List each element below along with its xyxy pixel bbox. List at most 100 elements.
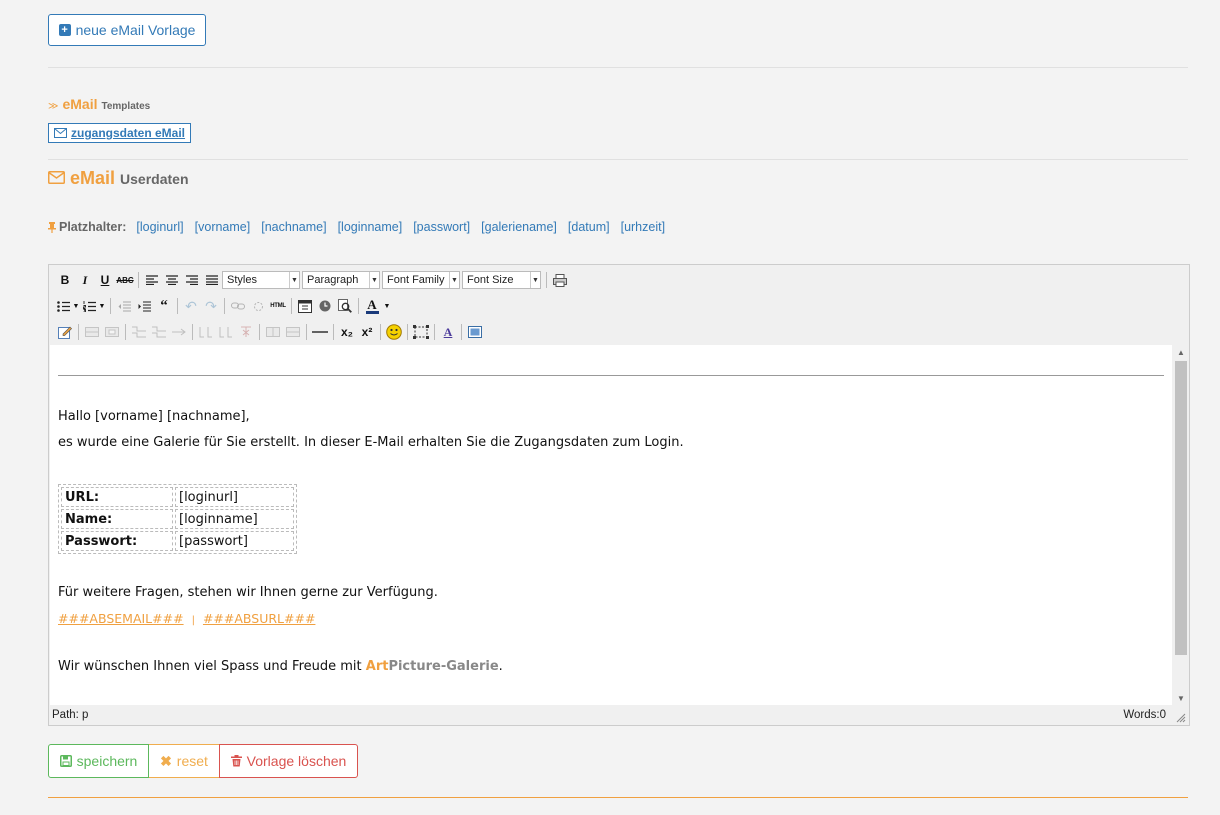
subscript-button[interactable]: x₂ — [337, 322, 357, 342]
template-link-zugangsdaten[interactable]: zugangsdaten eMail — [48, 123, 192, 143]
scrollbar-thumb[interactable] — [1175, 361, 1187, 655]
placeholder-datum[interactable]: [datum] — [568, 220, 610, 234]
placeholder-loginurl[interactable]: [loginurl] — [136, 220, 183, 234]
align-center-button[interactable] — [162, 270, 182, 290]
chevron-down-icon[interactable]: ▼ — [97, 296, 107, 316]
redo-button[interactable]: ↷ — [201, 296, 221, 316]
align-center-icon — [166, 275, 178, 285]
blockquote-button[interactable]: “ — [154, 296, 174, 316]
floppy-disk-icon — [59, 755, 72, 767]
font-color-button[interactable]: A — [362, 296, 382, 316]
bullet-list-button[interactable] — [55, 296, 71, 316]
placeholder-urhzeit[interactable]: [urhzeit] — [621, 220, 665, 234]
templates-header[interactable]: ≫ eMail Templates — [48, 96, 150, 112]
superscript-icon: x² — [361, 325, 373, 339]
format-select[interactable]: Paragraph ▼ — [302, 271, 380, 289]
greeting-text: Hallo [vorname] [nachname], — [58, 409, 250, 424]
outdent-button[interactable] — [114, 296, 134, 316]
unlink-button[interactable] — [248, 296, 268, 316]
numbered-list-button[interactable] — [81, 296, 97, 316]
col-before-button[interactable] — [196, 322, 216, 342]
insert-date-button[interactable] — [295, 296, 315, 316]
unlink-icon — [253, 301, 263, 311]
font-size-select[interactable]: Font Size ▼ — [462, 271, 541, 289]
print-button[interactable] — [550, 270, 570, 290]
bottom-divider — [48, 797, 1188, 798]
preview-button[interactable] — [335, 296, 355, 316]
action-buttons: speichern ✖ reset Vorlage löschen — [48, 744, 358, 778]
row-insert-icon — [152, 326, 166, 338]
bullet-list-icon — [56, 300, 70, 312]
indent-button[interactable] — [134, 296, 154, 316]
table-row-props-button[interactable] — [82, 322, 102, 342]
format-select-value: Paragraph — [307, 274, 359, 286]
smiley-icon — [386, 324, 402, 340]
row-after-button[interactable] — [149, 322, 169, 342]
italic-button[interactable]: I — [75, 270, 95, 290]
visual-aid-button[interactable] — [411, 322, 431, 342]
strikethrough-button[interactable]: ABC — [115, 270, 135, 290]
row-delete-icon — [172, 328, 186, 336]
delete-row-button[interactable] — [169, 322, 189, 342]
placeholder-passwort[interactable]: [passwort] — [413, 220, 470, 234]
col-after-button[interactable] — [216, 322, 236, 342]
align-justify-button[interactable] — [202, 270, 222, 290]
placeholder-vorname[interactable]: [vorname] — [195, 220, 251, 234]
underline-button[interactable]: U — [95, 270, 115, 290]
placeholder-nachname[interactable]: [nachname] — [261, 220, 326, 234]
table-cell-key: URL: — [61, 487, 173, 507]
split-cells-button[interactable] — [263, 322, 283, 342]
table-cell-value: [loginname] — [175, 509, 294, 529]
toolbar-separator — [138, 272, 139, 288]
reset-button[interactable]: ✖ reset — [149, 744, 219, 778]
save-button[interactable]: speichern — [48, 744, 149, 778]
chevron-down-icon[interactable]: ▼ — [382, 296, 392, 316]
magnifier-icon — [338, 299, 352, 313]
envelope-icon — [54, 128, 67, 138]
table-cell-key: Name: — [61, 509, 173, 529]
delete-template-button[interactable]: Vorlage löschen — [219, 744, 358, 778]
chevron-down-icon: ▼ — [449, 272, 459, 288]
toolbar-separator — [358, 298, 359, 314]
abs-url-link[interactable]: ###ABSURL### — [203, 611, 315, 626]
chevron-down-icon[interactable]: ▼ — [71, 296, 81, 316]
edit-button[interactable] — [55, 322, 75, 342]
insert-time-button[interactable] — [315, 296, 335, 316]
style-props-button[interactable]: A — [438, 322, 458, 342]
merge-cells-button[interactable] — [283, 322, 303, 342]
vertical-scrollbar[interactable]: ▲ ▼ — [1173, 345, 1189, 705]
html-button[interactable]: HTML — [268, 296, 288, 316]
templates-title: eMail — [62, 96, 98, 112]
row-insert-icon — [132, 326, 146, 338]
horizontal-rule-button[interactable] — [310, 322, 330, 342]
undo-button[interactable]: ↶ — [181, 296, 201, 316]
printer-icon — [553, 273, 567, 287]
placeholder-galeriename[interactable]: [galeriename] — [481, 220, 557, 234]
editor-content[interactable]: Hallo [vorname] [nachname], es wurde ein… — [50, 345, 1172, 705]
bold-button[interactable]: B — [55, 270, 75, 290]
credentials-table: URL: [loginurl] Name: [loginname] Passwo… — [58, 484, 297, 554]
superscript-button[interactable]: x² — [357, 322, 377, 342]
align-left-button[interactable] — [142, 270, 162, 290]
abs-email-link[interactable]: ###ABSEMAIL### — [58, 611, 184, 626]
row-before-button[interactable] — [129, 322, 149, 342]
fullscreen-button[interactable] — [465, 322, 485, 342]
delete-col-button[interactable] — [236, 322, 256, 342]
toolbar-separator — [546, 272, 547, 288]
scroll-down-icon[interactable]: ▼ — [1173, 691, 1189, 705]
divider — [48, 159, 1188, 160]
placeholder-loginname[interactable]: [loginname] — [338, 220, 403, 234]
table-cell-props-button[interactable] — [102, 322, 122, 342]
link-button[interactable] — [228, 296, 248, 316]
emoticon-button[interactable] — [384, 322, 404, 342]
toolbar-separator — [259, 324, 260, 340]
visual-aid-icon — [413, 325, 429, 339]
new-template-button[interactable]: + neue eMail Vorlage — [48, 14, 206, 46]
scroll-up-icon[interactable]: ▲ — [1173, 345, 1189, 359]
align-right-button[interactable] — [182, 270, 202, 290]
font-family-select[interactable]: Font Family ▼ — [382, 271, 460, 289]
resize-grip-icon[interactable] — [1176, 713, 1186, 723]
styles-select[interactable]: Styles ▼ — [222, 271, 300, 289]
closing-text: Wir wünschen Ihnen viel Spass und Freude… — [58, 659, 503, 674]
placeholder-label: Platzhalter: — [48, 220, 126, 234]
